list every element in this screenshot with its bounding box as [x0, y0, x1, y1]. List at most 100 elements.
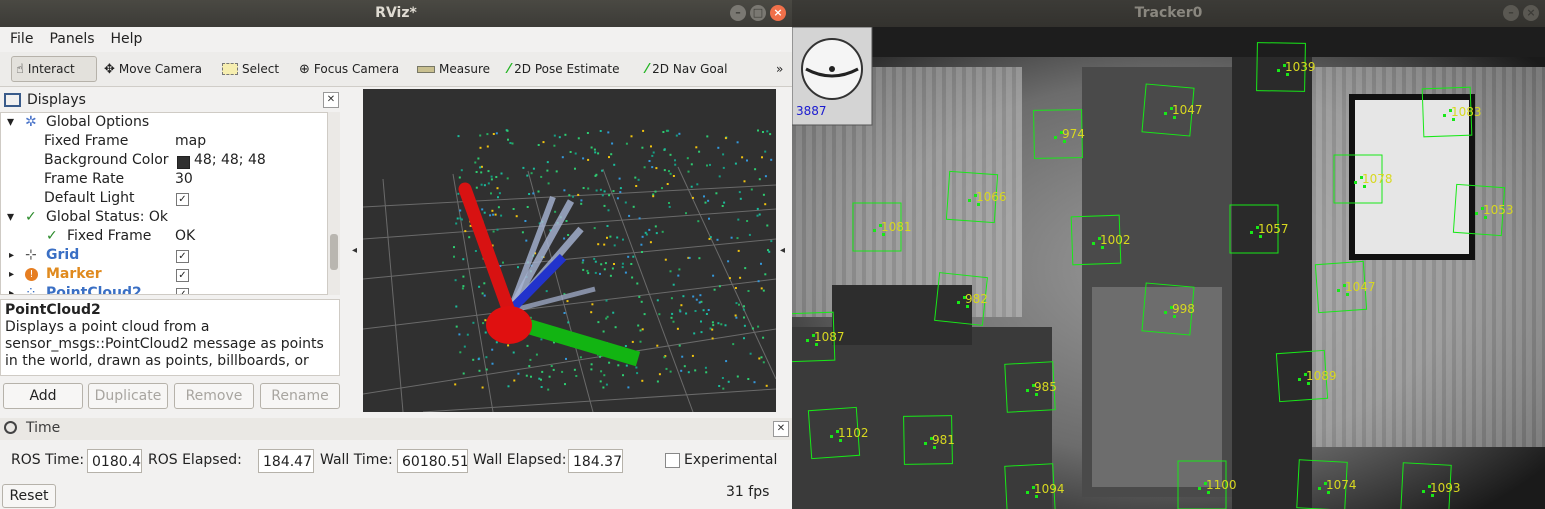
tree-row-global-options[interactable]: ▾ ✲ Global Options	[1, 113, 327, 132]
cloud-point	[459, 209, 462, 212]
grid-checkbox[interactable]: ✓	[176, 250, 189, 263]
cloud-point	[760, 262, 762, 265]
tracker-titlebar[interactable]: Tracker0 – ×	[792, 0, 1545, 27]
maximize-icon[interactable]: □	[750, 5, 766, 21]
feature-point	[1475, 212, 1478, 215]
cloud-point	[611, 142, 614, 145]
cloud-point	[612, 190, 615, 193]
expand-icon[interactable]: ▸	[9, 246, 14, 265]
cloud-point	[694, 310, 697, 312]
cloud-point	[605, 383, 608, 386]
minimize-icon[interactable]: –	[1503, 5, 1519, 21]
wall-time-field[interactable]: 60180.51	[397, 449, 468, 473]
cloud-point	[619, 191, 622, 194]
move-icon: ✥	[104, 61, 115, 77]
menu-help[interactable]: Help	[111, 31, 143, 47]
expand-icon[interactable]: ▸	[9, 265, 14, 284]
cloud-point	[577, 137, 580, 140]
cloud-point	[500, 214, 503, 217]
render-viewport[interactable]	[363, 89, 776, 412]
more-tools-button[interactable]: »	[772, 56, 787, 82]
cloud-point	[668, 205, 671, 208]
expand-icon[interactable]: ▾	[7, 208, 14, 227]
cloud-point	[483, 282, 486, 285]
tools-toolbar: ☝ Interact ✥ Move Camera Select ⊕ Focus …	[0, 52, 792, 87]
tool-measure[interactable]: Measure	[413, 56, 494, 82]
cloud-point	[462, 285, 465, 288]
feature-point	[1026, 389, 1029, 392]
tree-row-pointcloud[interactable]: ▸ ⁘ PointCloud2 ✓	[1, 284, 327, 294]
close-icon[interactable]: ×	[770, 5, 786, 21]
marker-checkbox[interactable]: ✓	[176, 269, 189, 282]
cloud-point	[756, 207, 759, 210]
displays-close-icon[interactable]: ✕	[323, 92, 339, 108]
cloud-point	[616, 197, 619, 200]
close-icon[interactable]: ×	[1523, 5, 1539, 21]
collapse-left-icon[interactable]: ◂	[352, 245, 357, 256]
cloud-point	[651, 166, 654, 169]
tree-row-fixed-frame[interactable]: Fixed Frame map	[1, 132, 327, 151]
cloud-point	[479, 146, 482, 149]
collapse-right-icon[interactable]: ◂	[780, 245, 785, 256]
cloud-point	[472, 321, 475, 324]
cloud-point	[707, 309, 710, 311]
pointcloud-checkbox[interactable]: ✓	[176, 288, 189, 294]
tree-row-grid[interactable]: ▸ ⊹ Grid ✓	[1, 246, 327, 265]
cloud-point	[652, 195, 655, 198]
cloud-point	[532, 192, 535, 195]
displays-scrollbar[interactable]	[328, 112, 340, 295]
scroll-thumb[interactable]	[330, 234, 338, 270]
cloud-point	[484, 319, 487, 322]
reset-button[interactable]: Reset	[2, 484, 56, 508]
tool-focus-camera[interactable]: ⊕ Focus Camera	[295, 56, 403, 82]
wall-elapsed-field[interactable]: 184.37	[568, 449, 623, 473]
tree-row-marker[interactable]: ▸ ! Marker ✓	[1, 265, 327, 284]
rviz-titlebar[interactable]: RViz* – □ ×	[0, 0, 792, 27]
tool-interact[interactable]: ☝ Interact	[11, 56, 97, 82]
tree-row-background-color[interactable]: Background Color 48; 48; 48	[1, 151, 327, 170]
cloud-point	[686, 157, 689, 160]
menu-panels[interactable]: Panels	[49, 31, 94, 47]
cloud-point	[455, 325, 458, 328]
cloud-point	[677, 274, 680, 277]
tool-2d-pose-estimate[interactable]: ⁄ 2D Pose Estimate	[504, 56, 623, 82]
remove-button[interactable]: Remove	[174, 383, 254, 409]
tree-row-frame-rate[interactable]: Frame Rate 30	[1, 170, 327, 189]
cloud-point	[736, 375, 739, 378]
tool-select[interactable]: Select	[218, 56, 283, 82]
duplicate-button[interactable]: Duplicate	[88, 383, 168, 409]
minimize-icon[interactable]: –	[730, 5, 746, 21]
cloud-point	[603, 268, 606, 271]
tool-move-camera[interactable]: ✥ Move Camera	[100, 56, 206, 82]
add-button[interactable]: Add	[3, 383, 83, 409]
cloud-point	[621, 266, 624, 269]
menu-file[interactable]: File	[10, 31, 33, 47]
background-color-value[interactable]: 48; 48; 48	[194, 151, 266, 170]
tree-row-global-status[interactable]: ▾ ✓ Global Status: Ok	[1, 208, 327, 227]
cloud-point	[769, 133, 772, 136]
cloud-point	[699, 294, 702, 297]
cloud-point	[466, 333, 469, 336]
cloud-point	[521, 231, 524, 234]
cloud-point	[457, 192, 460, 195]
cloud-point	[717, 322, 720, 325]
rename-button[interactable]: Rename	[260, 383, 340, 409]
expand-icon[interactable]: ▸	[9, 284, 14, 294]
color-swatch[interactable]	[177, 156, 190, 169]
tree-row-status-fixed-frame[interactable]: ✓ Fixed Frame OK	[1, 227, 327, 246]
cloud-point	[512, 208, 515, 210]
expand-icon[interactable]: ▾	[7, 113, 14, 132]
ros-time-field[interactable]: 0180.48	[87, 449, 142, 473]
ros-elapsed-field[interactable]: 184.47	[258, 449, 314, 473]
tool-2d-nav-goal[interactable]: ⁄ 2D Nav Goal	[642, 56, 731, 82]
tree-row-default-light[interactable]: Default Light ✓	[1, 189, 327, 208]
cloud-point	[522, 166, 525, 169]
camera-image: 3887 1039 1047 1083 974 1078 1066 1053 1081 1057…	[792, 27, 1545, 509]
default-light-checkbox[interactable]: ✓	[176, 193, 189, 206]
fixed-frame-value[interactable]: map	[175, 132, 206, 151]
experimental-checkbox[interactable]	[665, 453, 680, 468]
cloud-point	[711, 337, 714, 340]
cloud-point	[565, 220, 568, 222]
frame-rate-value[interactable]: 30	[175, 170, 193, 189]
time-close-icon[interactable]: ✕	[773, 421, 789, 437]
